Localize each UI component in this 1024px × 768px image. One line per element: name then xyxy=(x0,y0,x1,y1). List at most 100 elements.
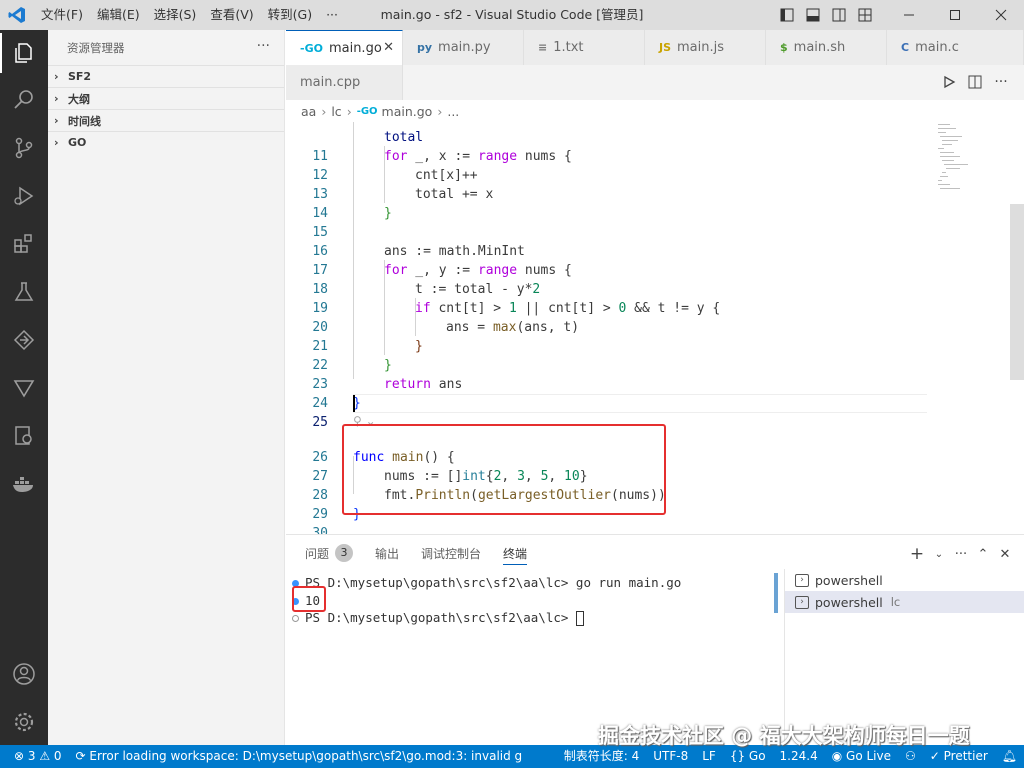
chevron-right-icon: › xyxy=(437,103,443,119)
new-terminal-icon[interactable]: + xyxy=(906,543,928,565)
run-icon[interactable] xyxy=(936,70,962,94)
gitlens-icon[interactable] xyxy=(0,368,48,408)
js-file-icon: JS xyxy=(659,41,672,54)
close-window-icon[interactable] xyxy=(978,0,1024,30)
tab-main-sh[interactable]: $ main.sh xyxy=(766,30,887,65)
code-line: 20 ans = max(ans, t) xyxy=(312,320,580,335)
terminal-icon: › xyxy=(795,595,809,609)
chevron-right-icon: › xyxy=(54,136,59,149)
sidebar-title: 资源管理器 xyxy=(67,40,125,55)
minimize-icon[interactable] xyxy=(886,0,932,30)
editor-scrollbar[interactable] xyxy=(1010,204,1024,380)
docker-icon[interactable] xyxy=(0,464,48,504)
menu-view[interactable]: 查看(V) xyxy=(203,0,260,30)
toggle-secondary-sidebar-icon[interactable] xyxy=(826,0,852,30)
tab-debug-console[interactable]: 调试控制台 xyxy=(421,535,481,571)
menu-edit[interactable]: 编辑(E) xyxy=(90,0,147,30)
sidebar-header: 资源管理器 ··· xyxy=(48,30,284,65)
activity-bar xyxy=(0,30,48,745)
code-editor[interactable]: total 11 for _, x := range nums { 12 cnt[x… xyxy=(286,122,1024,534)
extensions-icon[interactable] xyxy=(0,224,48,264)
bottom-panel: 问题 3 输出 调试控制台 终端 + ⌄ ··· ⌃ ✕ PS D:\mysetu… xyxy=(286,534,1024,746)
tab-main-c[interactable]: C main.c xyxy=(887,30,1024,65)
breadcrumb-item[interactable]: aa xyxy=(301,104,316,119)
tab-main-py[interactable]: py main.py xyxy=(403,30,524,65)
more-actions-icon[interactable]: ··· xyxy=(257,38,270,54)
chevron-right-icon: › xyxy=(54,92,59,105)
code-line: 19 if cnt[t] > 1 || cnt[t] > 0 && t != y … xyxy=(312,301,721,316)
breadcrumb: aa › lc › -GO main.go › ... xyxy=(286,100,1024,122)
split-editor-icon[interactable] xyxy=(962,70,988,94)
section-label: 大纲 xyxy=(68,92,90,106)
source-control-icon[interactable] xyxy=(0,128,48,168)
menu-file[interactable]: 文件(F) xyxy=(34,0,90,30)
code-line: 22} xyxy=(312,358,392,373)
settings-gear-icon[interactable] xyxy=(0,702,48,742)
workspace-error-status[interactable]: ⟳ Error loading workspace: D:\mysetup\go… xyxy=(69,745,530,768)
breadcrumb-item[interactable]: lc xyxy=(331,104,341,119)
tab-output[interactable]: 输出 xyxy=(375,535,399,571)
customize-layout-icon[interactable] xyxy=(852,0,878,30)
section-sf2[interactable]: › SF2 xyxy=(48,65,284,87)
tab-label: main.js xyxy=(677,40,725,55)
section-timeline[interactable]: › 时间线 xyxy=(48,109,284,131)
menu-go[interactable]: 转到(G) xyxy=(261,0,319,30)
remote-explorer-icon[interactable] xyxy=(0,320,48,360)
more-actions-icon[interactable]: ··· xyxy=(988,70,1014,94)
run-debug-icon[interactable] xyxy=(0,176,48,216)
tab-label: 1.txt xyxy=(553,40,584,55)
maximize-icon[interactable] xyxy=(932,0,978,30)
highlight-box-main-func xyxy=(342,424,666,515)
close-panel-icon[interactable]: ✕ xyxy=(994,543,1016,565)
toggle-primary-sidebar-icon[interactable] xyxy=(774,0,800,30)
breadcrumb-item[interactable]: main.go xyxy=(382,104,433,119)
problems-status[interactable]: ⊗ 3 ⚠ 0 xyxy=(0,745,69,768)
sync-icon: ⟳ xyxy=(75,749,90,763)
menu-bar: 文件(F) 编辑(E) 选择(S) 查看(V) 转到(G) ··· xyxy=(34,0,345,30)
breadcrumb-item[interactable]: ... xyxy=(447,104,459,119)
tab-label: main.cpp xyxy=(300,75,361,90)
code-line: 17 for _, y := range nums { xyxy=(312,263,572,278)
terminal-item-active[interactable]: › powershell lc xyxy=(785,591,1024,613)
testing-icon[interactable] xyxy=(0,272,48,312)
search-icon[interactable] xyxy=(0,80,48,120)
tab-problems[interactable]: 问题 3 xyxy=(305,535,354,571)
broadcast-icon: ◉ xyxy=(831,749,847,763)
title-bar: 文件(F) 编辑(E) 选择(S) 查看(V) 转到(G) ··· main.g… xyxy=(0,0,1024,30)
code-line: 13 total += x xyxy=(312,187,494,202)
terminal-item[interactable]: › powershell xyxy=(785,569,1024,591)
c-file-icon: C xyxy=(901,41,910,54)
tab-main-js[interactable]: JS main.js xyxy=(645,30,766,65)
go-file-icon: -GO xyxy=(356,105,378,117)
section-go[interactable]: › GO xyxy=(48,131,284,153)
problems-count-badge: 3 xyxy=(335,544,354,562)
code-line: 24} xyxy=(312,396,361,411)
toggle-panel-icon[interactable] xyxy=(800,0,826,30)
more-actions-icon[interactable]: ··· xyxy=(950,543,972,565)
terminal-output[interactable]: PS D:\mysetup\gopath\src\sf2\aa\lc> go r… xyxy=(286,573,774,743)
chevron-right-icon: › xyxy=(321,103,327,119)
menu-selection[interactable]: 选择(S) xyxy=(147,0,204,30)
editor-tabs: -GO main.go ✕ py main.py ≡ 1.txt JS main… xyxy=(286,30,1024,100)
terminal-scrollbar[interactable] xyxy=(774,573,778,613)
maximize-panel-icon[interactable]: ⌃ xyxy=(972,543,994,565)
tab-1-txt[interactable]: ≡ 1.txt xyxy=(524,30,645,65)
minimap[interactable] xyxy=(924,122,1024,534)
notifications-icon[interactable]: 🔔︎ xyxy=(995,745,1024,768)
code-line: 21} xyxy=(312,339,423,354)
terminal-cursor xyxy=(575,611,584,626)
chevron-down-icon[interactable]: ⌄ xyxy=(928,543,950,565)
remote-gear-icon[interactable] xyxy=(0,416,48,456)
explorer-icon[interactable] xyxy=(0,33,48,73)
close-tab-icon[interactable]: ✕ xyxy=(383,40,394,55)
accounts-icon[interactable] xyxy=(0,654,48,694)
chevron-right-icon: › xyxy=(346,103,352,119)
watermark: 掘金技术社区 @ 福大大架构师每日一题 xyxy=(598,724,970,748)
menu-more[interactable]: ··· xyxy=(319,0,345,30)
tab-terminal[interactable]: 终端 xyxy=(503,535,528,571)
tab-main-go[interactable]: -GO main.go ✕ xyxy=(286,30,403,65)
section-label: 时间线 xyxy=(68,114,101,128)
section-outline[interactable]: › 大纲 xyxy=(48,87,284,109)
tab-main-cpp[interactable]: C++ main.cpp xyxy=(286,65,403,100)
text-file-icon: ≡ xyxy=(538,41,548,54)
